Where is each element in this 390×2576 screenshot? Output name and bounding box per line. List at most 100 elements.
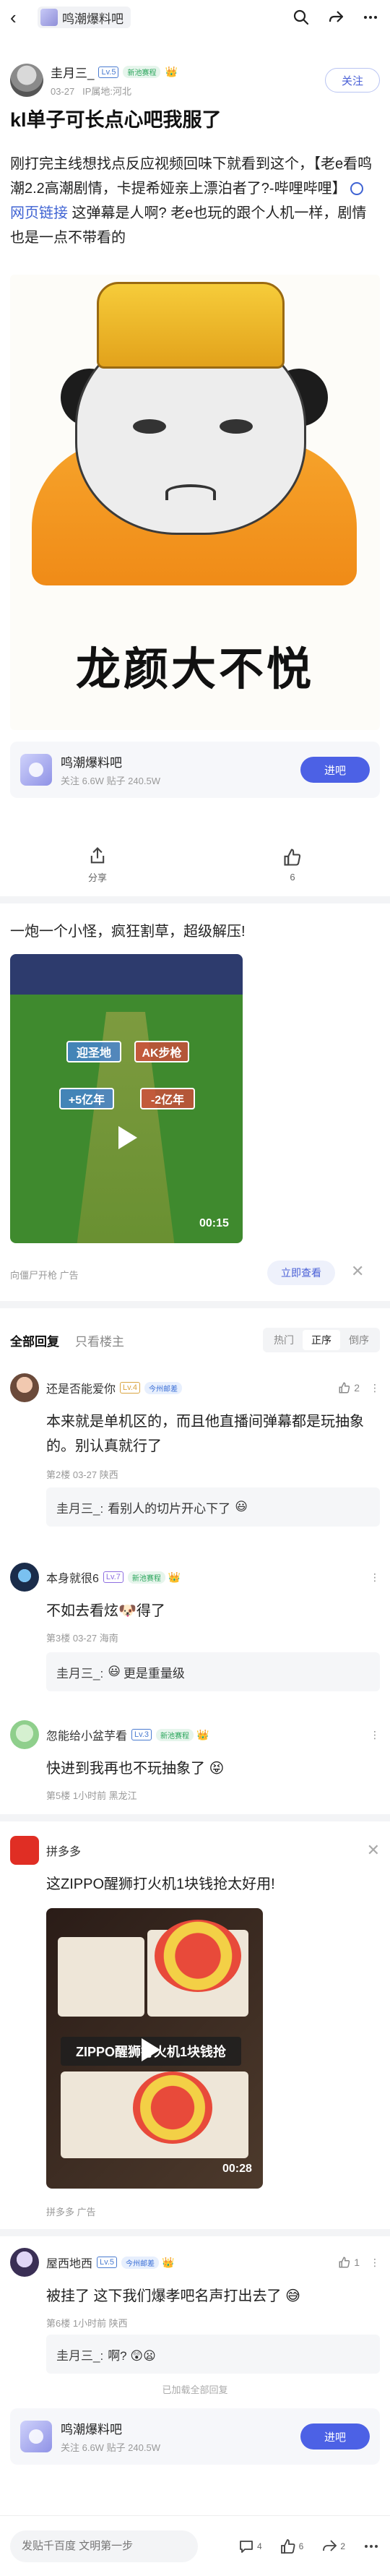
play-icon[interactable] — [118, 1126, 137, 1149]
ip-location: IP属地:河北 — [82, 86, 131, 97]
crown-icon: 👑 — [162, 2256, 175, 2268]
comment-text: 不如去看炫🐶得了 — [46, 1603, 165, 1619]
post-body: 刚打完主线想找点反应视频回味下就看到这个，【老e看鸣潮2.2高潮剧情，卡提希娅亲… — [10, 152, 380, 250]
enter-forum-button[interactable]: 进吧 — [300, 2423, 370, 2450]
comment-like[interactable]: ⋮ — [370, 1729, 380, 1741]
sort-desc[interactable]: 倒序 — [340, 1330, 378, 1350]
commenter-name[interactable]: 本身就很6 — [46, 1568, 99, 1586]
forum-chip[interactable]: 鸣潮爆料吧 — [38, 7, 131, 28]
reply-author: 圭月三_: — [56, 1501, 104, 1516]
comment-like[interactable]: 2 ⋮ — [338, 1381, 380, 1394]
share-button[interactable]: 2 — [321, 2538, 345, 2555]
comment-count: 4 — [256, 2541, 262, 2551]
sub-reply[interactable]: 圭月三_: 啊? 😲😦 — [46, 2335, 380, 2374]
search-icon[interactable] — [292, 8, 311, 27]
ad-video[interactable]: 迎圣地 AK步枪 +5亿年 -2亿年 00:15 — [10, 954, 243, 1243]
ad-video[interactable]: ZIPPO醒狮打火机1块钱抢 00:28 — [46, 1908, 263, 2189]
follow-button[interactable]: 关注 — [325, 68, 380, 93]
sub-reply[interactable]: 圭月三_: 😃 更是重量级 — [46, 1652, 380, 1691]
close-ad-icon[interactable]: ✕ — [367, 1841, 380, 1860]
more-icon[interactable]: ⋮ — [370, 1571, 380, 1584]
avatar[interactable] — [10, 1720, 39, 1749]
comment-meta: 第2楼 03-27 陕西 — [46, 1469, 118, 1480]
more-icon[interactable]: ⋮ — [370, 1382, 380, 1394]
comment-like[interactable]: ⋮ — [370, 1571, 380, 1584]
level-badge: Lv.3 — [131, 1729, 152, 1740]
forum-card[interactable]: 鸣潮爆料吧 关注 6.6W 贴子 240.5W 进吧 — [10, 2408, 380, 2465]
thumbs-up-icon — [280, 2538, 295, 2554]
tab-all-replies[interactable]: 全部回复 — [10, 1331, 59, 1349]
share-action[interactable]: 分享 — [0, 838, 195, 890]
sort-asc[interactable]: 正序 — [303, 1330, 340, 1350]
back-arrow-icon[interactable]: ‹ — [10, 8, 30, 27]
author-meta: 圭月三_ Lv.5 新池赛程 👑 03-27 IP属地:河北 — [51, 63, 178, 98]
comment-text: 快进到我再也不玩抽象了 😝 — [46, 1761, 225, 1777]
forum-name: 鸣潮爆料吧 — [61, 2423, 122, 2437]
forum-avatar-icon — [20, 2421, 52, 2452]
product-card — [58, 1937, 144, 2017]
honor-badge: 今州邮差 — [144, 1381, 182, 1394]
reply-text: 看别人的切片开心下了 — [108, 1501, 231, 1516]
avatar[interactable] — [10, 1373, 39, 1402]
close-ad-icon[interactable]: ✕ — [351, 1262, 364, 1281]
like-count: 6 — [298, 2541, 304, 2551]
comment-text: 本来就是单机区的，而且他直播间弹幕都是玩抽象的。别认真就行了 — [46, 1414, 364, 1454]
play-icon[interactable] — [142, 2038, 160, 2061]
more-icon[interactable]: ⋮ — [370, 2257, 380, 2269]
sub-reply[interactable]: 圭月三_: 看别人的切片开心下了 😃 — [46, 1487, 380, 1527]
avatar[interactable] — [10, 64, 43, 97]
commenter-name[interactable]: 还是否能爱你 — [46, 1379, 116, 1396]
image-caption: 龙颜大不悦 — [75, 645, 314, 695]
reply-author: 圭月三_: — [56, 1666, 104, 1680]
level-badge: Lv.5 — [98, 66, 119, 78]
comment-header: 忽能给小盆芋看 Lv.3 新池赛程 👑 ⋮ — [10, 1720, 380, 1749]
avatar[interactable] — [10, 2248, 39, 2277]
level-badge: Lv.5 — [97, 2257, 117, 2268]
enter-forum-button[interactable]: 进吧 — [300, 757, 370, 783]
link-icon — [350, 182, 364, 195]
ad-text: 一炮一个小怪，疯狂割草，超级解压! — [10, 924, 246, 940]
forum-stats: 关注 6.6W 贴子 240.5W — [61, 776, 160, 786]
more-icon[interactable] — [361, 8, 380, 27]
forum-card[interactable]: 鸣潮爆料吧 关注 6.6W 贴子 240.5W 进吧 — [10, 742, 380, 798]
share-icon[interactable] — [326, 8, 345, 27]
more-icon — [365, 2544, 378, 2548]
like-button[interactable]: 6 — [280, 2538, 304, 2555]
honor-badge: 今州邮差 — [121, 2256, 159, 2269]
sort-hot[interactable]: 热门 — [265, 1330, 303, 1350]
close-ad[interactable]: ✕ — [367, 1841, 380, 1860]
comment-button[interactable]: 4 — [238, 2538, 262, 2555]
tab-op-only[interactable]: 只看楼主 — [75, 1331, 124, 1349]
post-title: kl单子可长点心吧我服了 — [10, 109, 222, 131]
section-divider — [0, 2229, 390, 2236]
forum-stats: 关注 6.6W 贴子 240.5W — [61, 2442, 160, 2453]
comment-meta: 第3楼 03-27 海南 — [46, 1633, 118, 1644]
comment-like[interactable]: 1 ⋮ — [338, 2256, 380, 2269]
forum-avatar-icon — [40, 9, 58, 26]
top-nav: ‹ 鸣潮爆料吧 — [0, 0, 390, 35]
honor-badge: 新池赛程 — [156, 1728, 194, 1741]
all-loaded-notice: 已加载全部回复 — [162, 2384, 228, 2395]
visit-now-button[interactable]: 立即查看 — [267, 1261, 335, 1285]
post-date: 03-27 — [51, 86, 75, 97]
author-name[interactable]: 圭月三_ — [51, 63, 94, 81]
reply-input[interactable] — [10, 2530, 198, 2562]
sort-toggle: 热门 正序 倒序 — [263, 1328, 380, 1352]
more-button[interactable] — [363, 2538, 380, 2555]
honor-badge: 新池赛程 — [127, 1571, 165, 1584]
reply-author: 圭月三_: — [56, 2348, 104, 2363]
more-icon[interactable]: ⋮ — [370, 1729, 380, 1741]
level-badge: Lv.4 — [120, 1382, 140, 1394]
share-icon — [90, 846, 105, 863]
post-image[interactable]: 龙颜大不悦 — [10, 275, 380, 730]
post-author: 圭月三_ Lv.5 新池赛程 👑 03-27 IP属地:河北 关注 — [10, 61, 380, 100]
commenter-name[interactable]: 忽能给小盆芋看 — [46, 1726, 127, 1743]
author-line: 圭月三_ Lv.5 新池赛程 👑 — [51, 63, 178, 81]
like-action[interactable]: 6 — [195, 838, 390, 890]
section-divider — [0, 896, 390, 903]
meme-eye-left — [133, 419, 166, 434]
commenter-name[interactable]: 屋西地西 — [46, 2254, 92, 2271]
share-count: 2 — [340, 2541, 345, 2551]
comment-icon — [240, 2540, 253, 2553]
avatar[interactable] — [10, 1563, 39, 1592]
